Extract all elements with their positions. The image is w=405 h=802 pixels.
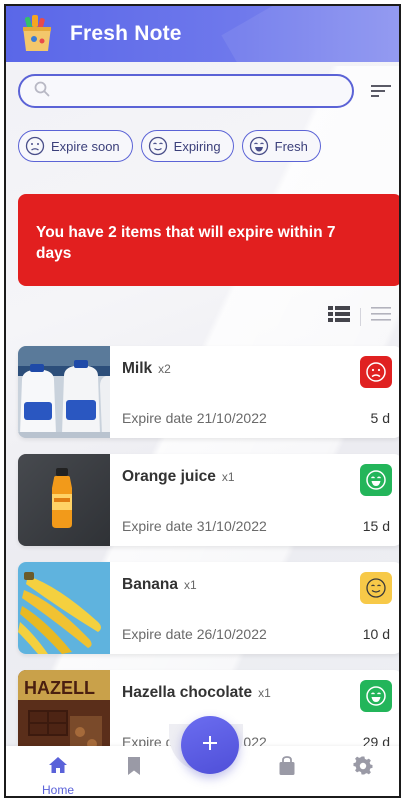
item-quantity: x1 xyxy=(184,578,197,592)
sort-icon[interactable] xyxy=(368,78,394,104)
search-icon xyxy=(34,81,50,102)
item-quantity: x2 xyxy=(158,362,171,376)
nav-home-label: Home xyxy=(41,783,74,797)
grid-list-view-icon[interactable] xyxy=(328,306,350,327)
food-item-card[interactable]: Milk x2 Expire date 21/10/2022 5 d xyxy=(18,346,399,438)
milk-photo xyxy=(18,346,110,438)
search-input[interactable] xyxy=(58,83,338,99)
filter-chip-label: Expire soon xyxy=(51,138,120,154)
app-window: Fresh Note Expire soon Expiring Fresh Yo… xyxy=(4,4,401,798)
nav-home[interactable]: Home xyxy=(38,756,78,797)
item-name-text: Orange juice xyxy=(122,468,216,485)
nav-shopping[interactable] xyxy=(267,756,307,781)
grocery-bag-logo-icon xyxy=(20,15,54,53)
svg-text:HAZELL: HAZELL xyxy=(24,678,95,698)
compact-list-view-icon[interactable] xyxy=(371,307,391,326)
toggle-divider xyxy=(360,307,361,326)
neutral-face-icon xyxy=(148,136,168,156)
plus-icon xyxy=(202,735,218,756)
item-expire-date: Expire date 31/10/2022 xyxy=(122,518,267,534)
orange-juice-photo xyxy=(18,454,110,546)
app-header: Fresh Note xyxy=(6,6,399,62)
item-days-left: 5 d xyxy=(370,410,390,426)
nav-saved[interactable] xyxy=(114,756,154,781)
item-name-text: Milk xyxy=(122,360,153,377)
filter-chip-label: Expiring xyxy=(173,138,221,154)
banana-photo xyxy=(18,562,110,654)
item-name: Hazella chocolate x1 xyxy=(122,684,271,702)
filter-chip-fresh[interactable]: Fresh xyxy=(241,130,321,162)
item-expire-date: Expire date 26/10/2022 xyxy=(122,626,267,642)
food-item-card[interactable]: Banana x1 Expire date 26/10/2022 10 d xyxy=(18,562,399,654)
search-row xyxy=(18,74,398,108)
view-toggles xyxy=(328,306,391,327)
sad-face-icon xyxy=(25,136,45,156)
bookmark-icon xyxy=(126,756,142,781)
status-happy-face-icon xyxy=(360,464,392,496)
expiry-alert-banner: You have 2 items that will expire within… xyxy=(18,194,399,286)
item-name: Banana x1 xyxy=(122,576,197,594)
happy-face-icon xyxy=(249,136,269,156)
nav-settings[interactable] xyxy=(343,756,383,781)
status-happy-face-icon xyxy=(360,680,392,712)
item-name-text: Hazella chocolate xyxy=(122,684,253,701)
status-neutral-face-icon xyxy=(360,572,392,604)
item-name: Milk x2 xyxy=(122,360,171,378)
filter-chip-expire-soon[interactable]: Expire soon xyxy=(18,130,133,162)
food-item-card[interactable]: Orange juice x1 Expire date 31/10/2022 15… xyxy=(18,454,399,546)
filter-chips: Expire soon Expiring Fresh xyxy=(18,130,321,162)
item-expire-date: Expire date 21/10/2022 xyxy=(122,410,267,426)
item-quantity: x1 xyxy=(221,470,235,484)
app-title: Fresh Note xyxy=(70,22,182,45)
search-bar[interactable] xyxy=(18,74,354,108)
alert-message: You have 2 items that will expire within… xyxy=(36,224,336,262)
item-name: Orange juice x1 xyxy=(122,468,235,486)
add-item-button[interactable] xyxy=(181,716,239,774)
gear-icon xyxy=(353,756,373,781)
filter-chip-label: Fresh xyxy=(274,138,308,154)
shopping-bag-icon xyxy=(278,756,296,781)
status-sad-face-icon xyxy=(360,356,392,388)
item-name-text: Banana xyxy=(122,576,178,593)
item-days-left: 10 d xyxy=(362,626,390,642)
filter-chip-expiring[interactable]: Expiring xyxy=(140,130,234,162)
item-quantity: x1 xyxy=(258,686,271,700)
item-days-left: 15 d xyxy=(362,518,390,534)
home-icon xyxy=(48,756,68,779)
